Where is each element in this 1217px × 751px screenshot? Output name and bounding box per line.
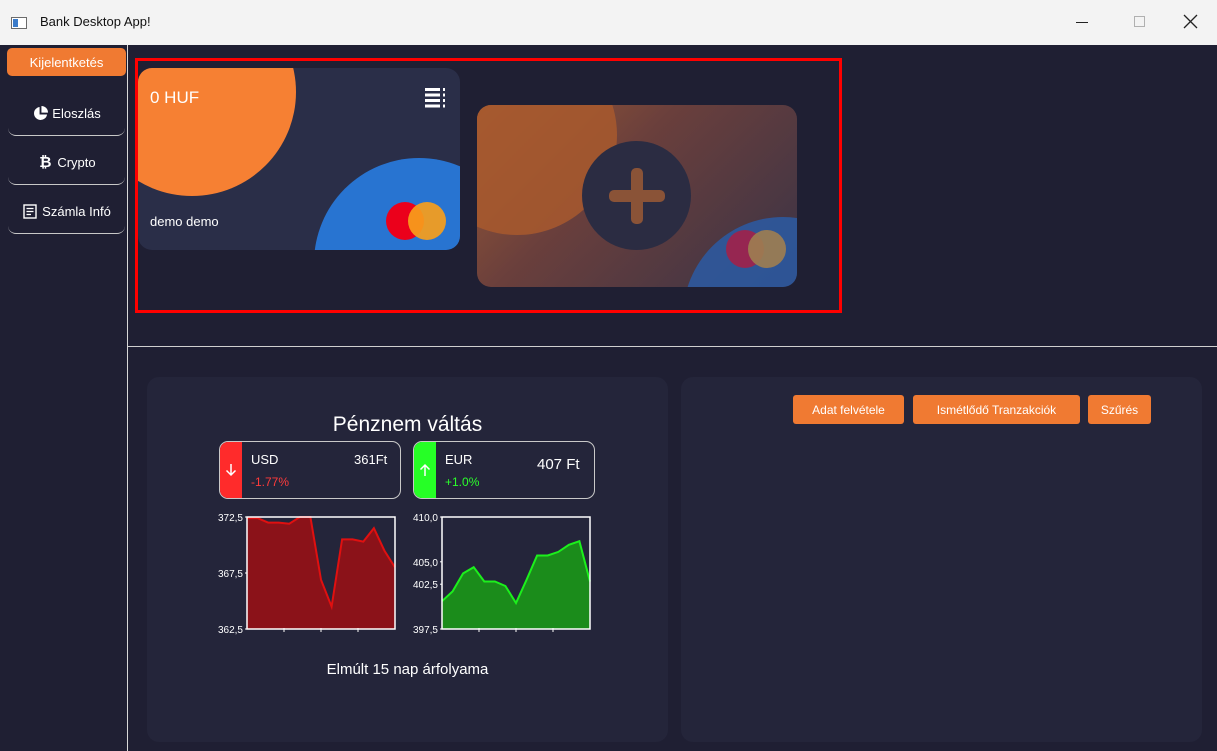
close-icon [1183,14,1198,29]
arrow-up-icon [414,442,436,498]
add-data-button[interactable]: Adat felvétele [793,395,904,424]
chart-1-area [442,541,590,629]
mastercard-logo-icon [726,230,786,270]
usd-change: -1.77% [251,475,290,489]
sidebar-item-label: Számla Infó [42,203,111,219]
minimize-button[interactable] [1058,0,1104,45]
window-titlebar: Bank Desktop App! [0,0,1217,45]
card-balance: 0 HUF [150,88,200,107]
chart-1-ytick-2: 402,5 [413,580,438,591]
usd-price: 361Ft [354,452,388,467]
sidebar: Kijelentketés Eloszlás ₿ Crypto Számla I… [0,45,128,751]
logout-button[interactable]: Kijelentketés [7,48,126,76]
chart-1-ytick-0: 410,0 [413,514,438,524]
currency-footer: Elmúlt 15 nap árfolyama [326,661,489,678]
sidebar-item-label: Crypto [57,154,96,170]
sidebar-item-label: Eloszlás [52,105,101,121]
chart-0-ytick-2: 362,5 [218,625,243,636]
usd-code: USD [251,452,279,467]
add-card-circle [582,141,691,250]
chart-1-ytick-1: 405,0 [413,558,438,569]
recurring-transactions-button[interactable]: Ismétlődő Tranzakciók [913,395,1080,424]
sidebar-item-distribution[interactable]: Eloszlás [8,91,125,136]
app-icon [11,17,27,29]
filter-button[interactable]: Szűrés [1088,395,1151,424]
bottom-section: Pénznem váltás USD -1.77% 361Ft EUR +1.0… [128,347,1217,751]
pie-chart-icon [32,105,48,121]
bitcoin-icon: ₿ [39,153,52,171]
add-card-button[interactable] [477,105,797,287]
arrow-down-icon [220,442,242,498]
eur-price: 407 Ft [537,456,580,473]
chart-0-ytick-0: 372,5 [218,514,243,524]
chart-0-area [247,517,395,629]
bank-card[interactable]: 0 HUF demo demo [138,68,460,250]
sidebar-item-account-info[interactable]: Számla Infó [8,189,125,234]
eur-code: EUR [445,452,473,467]
currency-title: Pénznem váltás [332,413,483,436]
maximize-button[interactable] [1116,0,1162,45]
eur-change: +1.0% [445,475,480,489]
plus-icon [608,167,665,224]
window-title: Bank Desktop App! [40,14,151,29]
transactions-panel: Adat felvétele Ismétlődő Tranzakciók Szű… [681,377,1202,742]
close-button[interactable] [1168,0,1214,45]
exchange-rate-charts: 372,5 367,5 362,5 410,0 405,0 402,5 397,5 [218,514,591,636]
usd-rate-card: USD -1.77% 361Ft [219,441,401,499]
currency-panel: Pénznem váltás USD -1.77% 361Ft EUR +1.0… [147,377,668,742]
chart-0-ytick-1: 367,5 [218,569,243,580]
chart-1-ytick-3: 397,5 [413,625,438,636]
list-menu-icon[interactable] [423,85,447,109]
cards-panel: 0 HUF demo demo [128,45,1217,347]
card-holder-name: demo demo [150,214,219,229]
sidebar-item-crypto[interactable]: ₿ Crypto [8,140,125,185]
eur-rate-card: EUR +1.0% 407 Ft [413,441,595,499]
app-body: Kijelentketés Eloszlás ₿ Crypto Számla I… [0,45,1217,751]
document-icon [22,203,38,219]
mastercard-logo-icon [386,202,446,242]
